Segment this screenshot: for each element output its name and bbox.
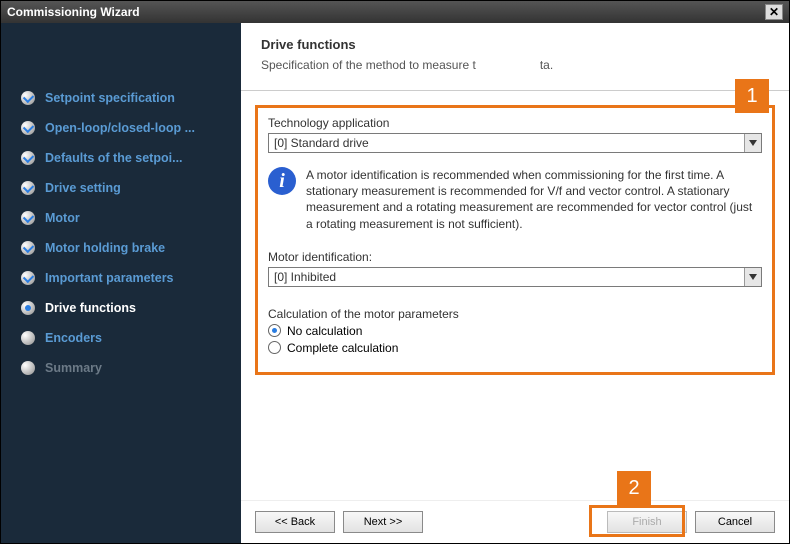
- motor-id-label: Motor identification:: [268, 250, 762, 264]
- radio-complete-calc[interactable]: Complete calculation: [268, 341, 762, 355]
- check-icon: [21, 181, 35, 195]
- radio-icon[interactable]: [268, 341, 281, 354]
- tech-app-select[interactable]: [0] Standard drive: [268, 133, 762, 153]
- info-row: i A motor identification is recommended …: [268, 167, 762, 232]
- content-area: Technology application [0] Standard driv…: [241, 91, 789, 500]
- dropdown-button[interactable]: [744, 268, 761, 286]
- sidebar-item-drive-setting[interactable]: Drive setting: [1, 173, 241, 203]
- back-button[interactable]: << Back: [255, 511, 335, 533]
- sidebar-label: Drive setting: [45, 181, 121, 195]
- sidebar-label: Motor: [45, 211, 80, 225]
- sidebar-item-setpoint[interactable]: Setpoint specification: [1, 83, 241, 113]
- callout-2: 2: [617, 471, 651, 505]
- next-button[interactable]: Next >>: [343, 511, 423, 533]
- sidebar-label: Motor holding brake: [45, 241, 165, 255]
- check-icon: [21, 211, 35, 225]
- motor-id-value: [0] Inhibited: [269, 270, 744, 284]
- sidebar-label: Encoders: [45, 331, 102, 345]
- dropdown-button[interactable]: [744, 134, 761, 152]
- sidebar-item-summary: Summary: [1, 353, 241, 383]
- window-title: Commissioning Wizard: [7, 5, 140, 19]
- sidebar-label: Important parameters: [45, 271, 174, 285]
- check-icon: [21, 121, 35, 135]
- check-icon: [21, 151, 35, 165]
- info-text: A motor identification is recommended wh…: [306, 167, 762, 232]
- radio-no-calc[interactable]: No calculation: [268, 324, 762, 338]
- main-panel: 1 2 Drive functions Specification of the…: [241, 23, 789, 543]
- sidebar-label: Defaults of the setpoi...: [45, 151, 183, 165]
- sidebar-item-motor[interactable]: Motor: [1, 203, 241, 233]
- radio-icon[interactable]: [268, 324, 281, 337]
- tech-app-label: Technology application: [268, 116, 762, 130]
- wizard-window: Commissioning Wizard ✕ Setpoint specific…: [0, 0, 790, 544]
- chevron-down-icon: [749, 140, 757, 146]
- titlebar: Commissioning Wizard ✕: [1, 1, 789, 23]
- wizard-sidebar: Setpoint specification Open-loop/closed-…: [1, 23, 241, 543]
- button-bar: << Back Next >> Finish Cancel: [241, 500, 789, 543]
- sidebar-label: Setpoint specification: [45, 91, 175, 105]
- check-icon: [21, 241, 35, 255]
- bullet-icon: [21, 361, 35, 375]
- page-subtitle: Specification of the method to measure t…: [261, 58, 769, 72]
- page-header: Drive functions Specification of the met…: [241, 23, 789, 91]
- callout-1: 1: [735, 79, 769, 113]
- highlight-region: Technology application [0] Standard driv…: [255, 105, 775, 375]
- sidebar-item-encoders[interactable]: Encoders: [1, 323, 241, 353]
- sidebar-item-drive-functions[interactable]: Drive functions: [1, 293, 241, 323]
- page-title: Drive functions: [261, 37, 769, 52]
- tech-app-value: [0] Standard drive: [269, 136, 744, 150]
- sidebar-label: Drive functions: [45, 301, 136, 315]
- radio-label: Complete calculation: [287, 341, 398, 355]
- close-button[interactable]: ✕: [765, 4, 783, 20]
- bullet-icon: [21, 331, 35, 345]
- sidebar-item-loop[interactable]: Open-loop/closed-loop ...: [1, 113, 241, 143]
- cancel-button[interactable]: Cancel: [695, 511, 775, 533]
- sidebar-item-defaults[interactable]: Defaults of the setpoi...: [1, 143, 241, 173]
- chevron-down-icon: [749, 274, 757, 280]
- finish-button: Finish: [607, 511, 687, 533]
- motor-id-select[interactable]: [0] Inhibited: [268, 267, 762, 287]
- current-icon: [21, 301, 35, 315]
- sidebar-item-parameters[interactable]: Important parameters: [1, 263, 241, 293]
- sidebar-item-brake[interactable]: Motor holding brake: [1, 233, 241, 263]
- radio-label: No calculation: [287, 324, 362, 338]
- close-icon: ✕: [769, 5, 779, 19]
- calc-label: Calculation of the motor parameters: [268, 307, 762, 321]
- check-icon: [21, 91, 35, 105]
- check-icon: [21, 271, 35, 285]
- sidebar-label: Open-loop/closed-loop ...: [45, 121, 195, 135]
- info-icon: i: [268, 167, 296, 195]
- sidebar-label: Summary: [45, 361, 102, 375]
